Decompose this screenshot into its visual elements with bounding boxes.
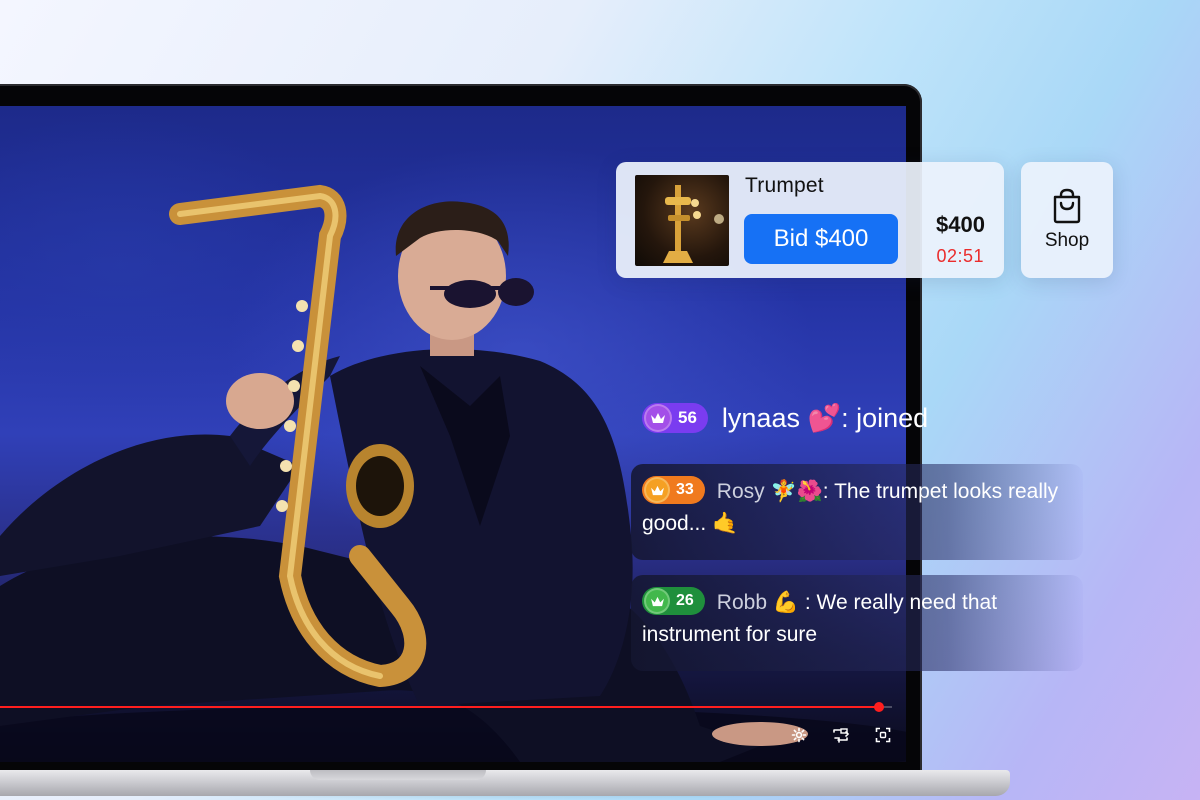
settings-icon[interactable] — [788, 724, 810, 746]
chat-emoji: 💪 — [772, 591, 799, 614]
chat-emoji: 💕 — [807, 403, 842, 433]
user-level: 56 — [678, 408, 697, 427]
chat-emoji: 🧚🌺 — [770, 480, 823, 503]
user-level: 33 — [676, 481, 694, 499]
chat-joined-text: : joined — [841, 403, 929, 433]
auction-card: Trumpet Bid $400 $400 02:51 — [616, 162, 1004, 278]
player-control-bar — [788, 724, 894, 746]
user-level-badge: 33 — [642, 476, 705, 505]
chat-username[interactable]: Rosy — [717, 480, 765, 503]
product-thumbnail[interactable] — [635, 175, 729, 266]
chat-message: 26 Robb 💪 : We really need that instrume… — [631, 575, 1083, 671]
user-level-badge: 56 — [642, 403, 708, 433]
product-name: Trumpet — [745, 174, 824, 197]
shopping-bag-icon — [1053, 188, 1081, 224]
current-price: $400 — [936, 212, 985, 237]
chat-username[interactable]: lynaas — [722, 403, 800, 433]
user-level-badge: 26 — [642, 587, 705, 616]
crown-icon — [644, 477, 670, 504]
shop-button[interactable]: Shop — [1021, 162, 1113, 278]
video-scrub-handle[interactable] — [873, 702, 884, 712]
crown-icon — [644, 404, 672, 432]
chat-join-notice: 56 lynaas 💕: joined — [642, 400, 928, 436]
chat-username[interactable]: Robb — [717, 591, 767, 614]
fullscreen-icon[interactable] — [872, 724, 894, 746]
bid-button[interactable]: Bid $400 — [744, 214, 898, 264]
video-progress-fill — [0, 706, 879, 708]
shop-label: Shop — [1044, 230, 1090, 251]
user-level: 26 — [676, 592, 694, 610]
chat-message: 33 Rosy 🧚🌺: The trumpet looks really goo… — [631, 464, 1083, 560]
auction-timer: 02:51 — [936, 246, 984, 266]
laptop-notch — [310, 770, 486, 780]
video-progress-bar[interactable] — [0, 702, 892, 712]
picture-in-picture-icon[interactable] — [830, 724, 852, 746]
crown-icon — [644, 588, 670, 615]
laptop-base — [0, 770, 1010, 796]
